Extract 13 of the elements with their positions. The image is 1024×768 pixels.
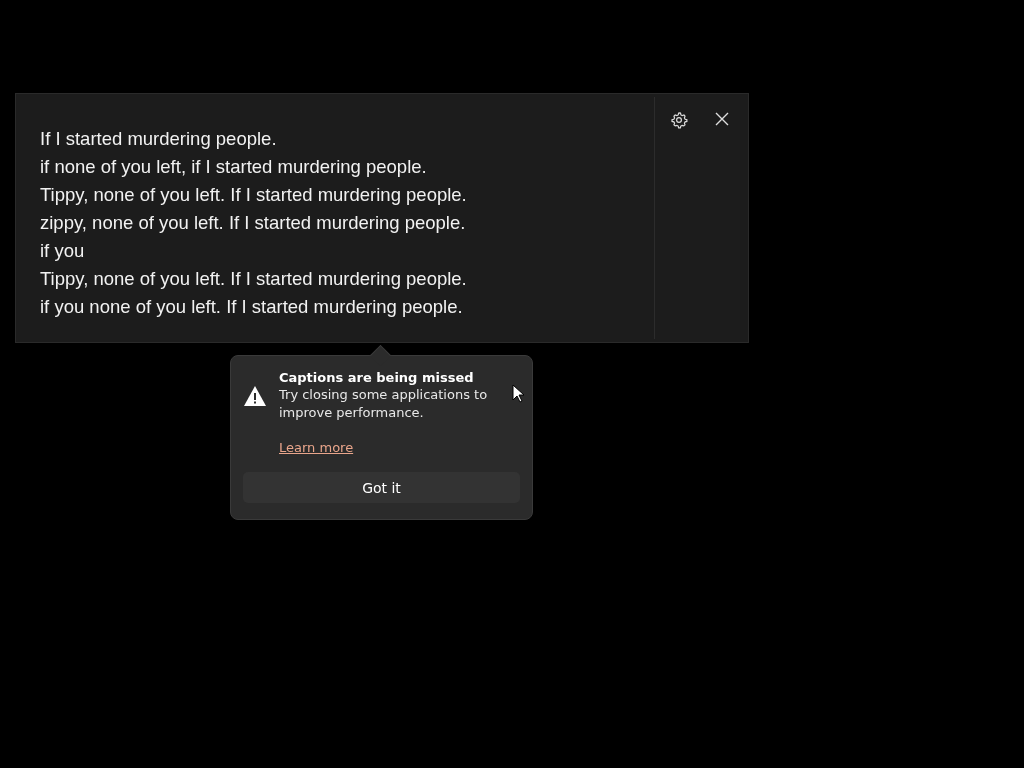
tip-message: Try closing some applications to improve performance. <box>279 386 489 422</box>
caption-line: zippy, none of you left. If I started murdering people. <box>40 211 467 235</box>
tip-title: Captions are being missed <box>279 370 475 386</box>
caption-line: Tippy, none of you left. If I started murdering people. <box>40 183 468 207</box>
learn-more-link[interactable]: Learn more <box>279 440 354 455</box>
caption-line: if you none of you left. If I started murdering people. <box>40 295 464 319</box>
got-it-button[interactable]: Got it <box>243 472 520 503</box>
caption-line: if none of you left, if I started murdering people. <box>40 155 428 179</box>
caption-line: If I started murdering people. <box>40 127 278 151</box>
warning-icon <box>243 385 267 407</box>
cursor-icon <box>512 384 524 403</box>
caption-line: Tippy, none of you left. If I started murdering people. <box>40 267 468 291</box>
caption-line: if you <box>40 239 86 263</box>
